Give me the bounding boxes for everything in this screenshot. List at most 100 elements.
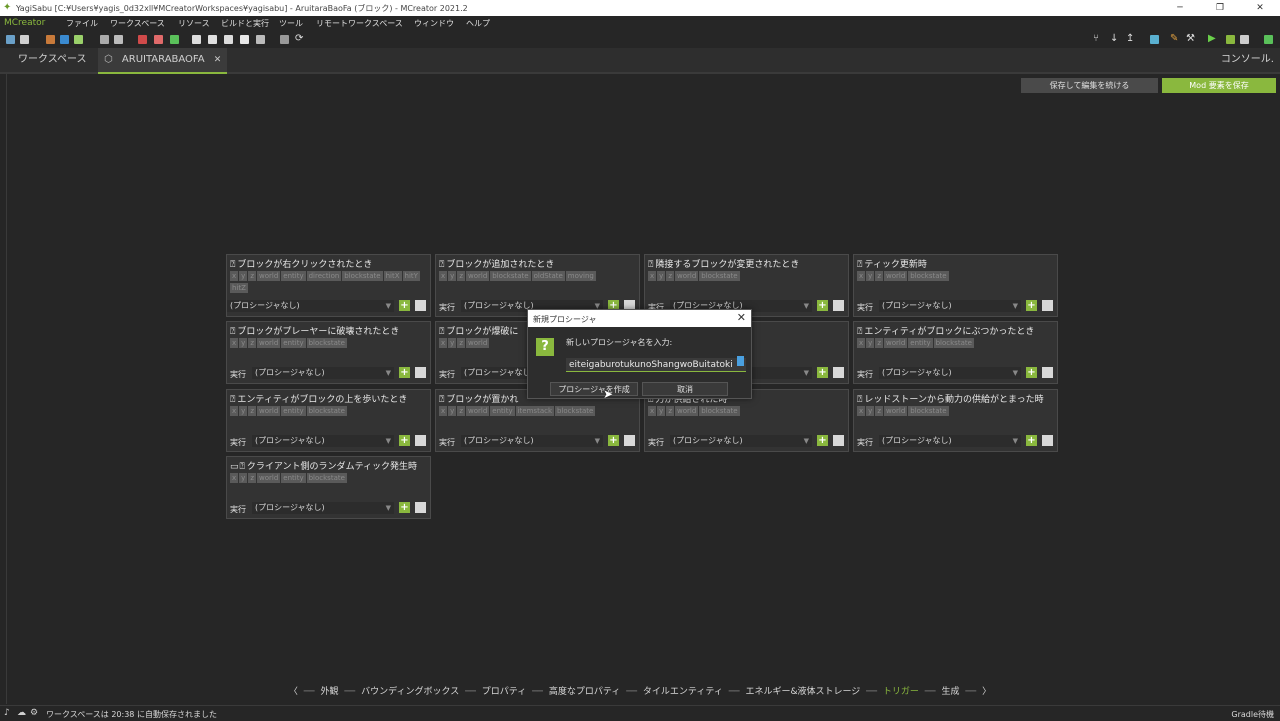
wrench-icon[interactable]: ⚒ xyxy=(1186,33,1195,45)
save-icon[interactable] xyxy=(114,35,123,44)
pencil-icon[interactable]: ✎ xyxy=(1170,33,1178,45)
menu-tools[interactable]: ツール xyxy=(279,18,303,29)
help-icon[interactable]: ⍰ xyxy=(857,260,862,270)
mod-element-icon[interactable] xyxy=(208,35,217,44)
add-procedure-button[interactable]: + xyxy=(817,300,828,311)
workspace-icon[interactable] xyxy=(6,35,15,44)
menu-workspace[interactable]: ワークスペース xyxy=(110,18,165,29)
settings-gear-icon[interactable]: ⚙ xyxy=(30,708,38,718)
nav-tile-entity[interactable]: タイルエンティティ xyxy=(643,687,723,697)
nav-appearance[interactable]: 外観 xyxy=(320,687,338,697)
tab-workspace[interactable]: ワークスペース xyxy=(12,48,93,72)
help-icon[interactable]: ⍰ xyxy=(439,260,444,270)
variable-icon[interactable] xyxy=(192,35,201,44)
menu-help[interactable]: ヘルプ xyxy=(466,18,490,29)
nav-generation[interactable]: 生成 xyxy=(941,687,959,697)
upload-icon[interactable]: ↥ xyxy=(1126,33,1134,45)
help-icon[interactable]: ⍰ xyxy=(857,395,862,405)
dialog-close-icon[interactable]: ✕ xyxy=(737,311,746,324)
menu-file[interactable]: ファイル xyxy=(66,18,98,29)
edit-procedure-button[interactable] xyxy=(415,435,426,446)
run-server-icon[interactable] xyxy=(1226,35,1235,44)
procedure-select[interactable]: (プロシージャなし) ▼ xyxy=(252,367,394,379)
run-client-icon[interactable]: ▶ xyxy=(1208,33,1216,45)
add-procedure-button[interactable]: + xyxy=(1026,435,1037,446)
console-button[interactable]: コンソール. xyxy=(1221,48,1274,72)
export-icon[interactable] xyxy=(1150,35,1159,44)
add-procedure-button[interactable]: + xyxy=(399,502,410,513)
item-icon[interactable] xyxy=(154,35,163,44)
cloud-icon[interactable]: ☁ xyxy=(17,708,26,718)
help-icon[interactable]: ⍰ xyxy=(439,327,444,337)
edit-procedure-button[interactable] xyxy=(415,502,426,513)
create-procedure-button[interactable]: プロシージャを作成 xyxy=(550,382,638,396)
nav-energy-fluid[interactable]: エネルギー&液体ストレージ xyxy=(745,687,860,697)
nav-advanced-properties[interactable]: 高度なプロパティ xyxy=(549,687,620,697)
tag-icon[interactable] xyxy=(240,35,249,44)
model-icon[interactable] xyxy=(74,35,83,44)
edit-procedure-button[interactable] xyxy=(1042,300,1053,311)
minimize-button[interactable]: ─ xyxy=(1160,0,1200,16)
edit-procedure-button[interactable] xyxy=(833,435,844,446)
image-editor-icon[interactable] xyxy=(20,35,29,44)
edit-procedure-button[interactable] xyxy=(833,367,844,378)
branch-icon[interactable]: ⑂ xyxy=(1093,33,1099,45)
procedure-name-input[interactable]: eiteigaburotukunoShangwoBuitatoki xyxy=(566,358,746,372)
recipe-icon[interactable] xyxy=(170,35,179,44)
add-procedure-button[interactable]: + xyxy=(399,435,410,446)
procedure-select[interactable]: (プロシージャなし) ▼ xyxy=(252,502,394,514)
add-procedure-button[interactable]: + xyxy=(608,435,619,446)
edit-procedure-button[interactable] xyxy=(624,435,635,446)
cancel-button[interactable]: 取消 xyxy=(642,382,728,396)
edit-procedure-button[interactable] xyxy=(415,367,426,378)
help-icon[interactable]: ⍰ xyxy=(439,395,444,405)
tab-aruitarabaofa[interactable]: ⬡ ARUITARABAOFA ✕ xyxy=(98,48,228,74)
menu-remote-workspace[interactable]: リモートワークスペース xyxy=(316,18,403,29)
link-icon[interactable] xyxy=(256,35,265,44)
save-and-continue-button[interactable]: 保存して編集を続ける xyxy=(1021,78,1158,93)
procedure-select[interactable]: (プロシージャなし) ▼ xyxy=(461,435,603,447)
add-procedure-button[interactable]: + xyxy=(1026,367,1037,378)
add-procedure-button[interactable]: + xyxy=(817,435,828,446)
menu-window[interactable]: ウィンドウ xyxy=(414,18,454,29)
menu-build-run[interactable]: ビルドと実行 xyxy=(221,18,269,29)
stop-icon[interactable] xyxy=(1240,35,1249,44)
brush-icon[interactable] xyxy=(224,35,233,44)
help-icon[interactable]: ⍰ xyxy=(648,260,653,270)
edit-procedure-button[interactable] xyxy=(1042,435,1053,446)
close-window-button[interactable]: ✕ xyxy=(1240,0,1280,16)
menu-resources[interactable]: リソース xyxy=(178,18,210,29)
sound-icon[interactable] xyxy=(60,35,69,44)
download-icon[interactable]: ↓ xyxy=(1110,33,1118,45)
nav-properties[interactable]: プロパティ xyxy=(482,687,526,697)
texture-icon[interactable] xyxy=(46,35,55,44)
procedure-select[interactable]: (プロシージャなし) ▼ xyxy=(879,300,1021,312)
save-mod-element-button[interactable]: Mod 要素を保存 xyxy=(1162,78,1276,93)
nav-prev-icon[interactable]: 〈 xyxy=(289,687,298,697)
add-procedure-button[interactable]: + xyxy=(399,367,410,378)
help-icon[interactable]: ⍰ xyxy=(240,462,245,472)
settings-gear-icon[interactable] xyxy=(100,35,109,44)
maximize-button[interactable]: ❐ xyxy=(1200,0,1240,16)
edit-procedure-button[interactable] xyxy=(415,300,426,311)
nav-triggers[interactable]: トリガー xyxy=(883,687,919,697)
build-icon[interactable] xyxy=(1264,35,1273,44)
notifications-icon[interactable]: ♪ xyxy=(4,708,10,718)
add-procedure-button[interactable]: + xyxy=(399,300,410,311)
add-procedure-button[interactable]: + xyxy=(817,367,828,378)
refresh-icon[interactable]: ⟳ xyxy=(295,33,303,45)
help-icon[interactable]: ⍰ xyxy=(230,260,235,270)
nav-bounding-box[interactable]: バウンディングボックス xyxy=(361,687,459,697)
help-icon[interactable]: ⍰ xyxy=(230,395,235,405)
procedure-select[interactable]: (プロシージャなし) ▼ xyxy=(879,435,1021,447)
procedure-select[interactable]: (プロシージャなし) ▼ xyxy=(879,367,1021,379)
nav-next-icon[interactable]: 〉 xyxy=(982,687,991,697)
procedure-select[interactable]: (プロシージャなし) ▼ xyxy=(252,435,394,447)
help-icon[interactable]: ⍰ xyxy=(230,327,235,337)
tab-close-icon[interactable]: ✕ xyxy=(214,55,222,65)
procedure-select[interactable]: (プロシージャなし) ▼ xyxy=(670,435,812,447)
edit-procedure-button[interactable] xyxy=(833,300,844,311)
menu-mcreator[interactable]: MCreator xyxy=(4,18,45,28)
edit-procedure-button[interactable] xyxy=(1042,367,1053,378)
monitor-icon[interactable] xyxy=(280,35,289,44)
